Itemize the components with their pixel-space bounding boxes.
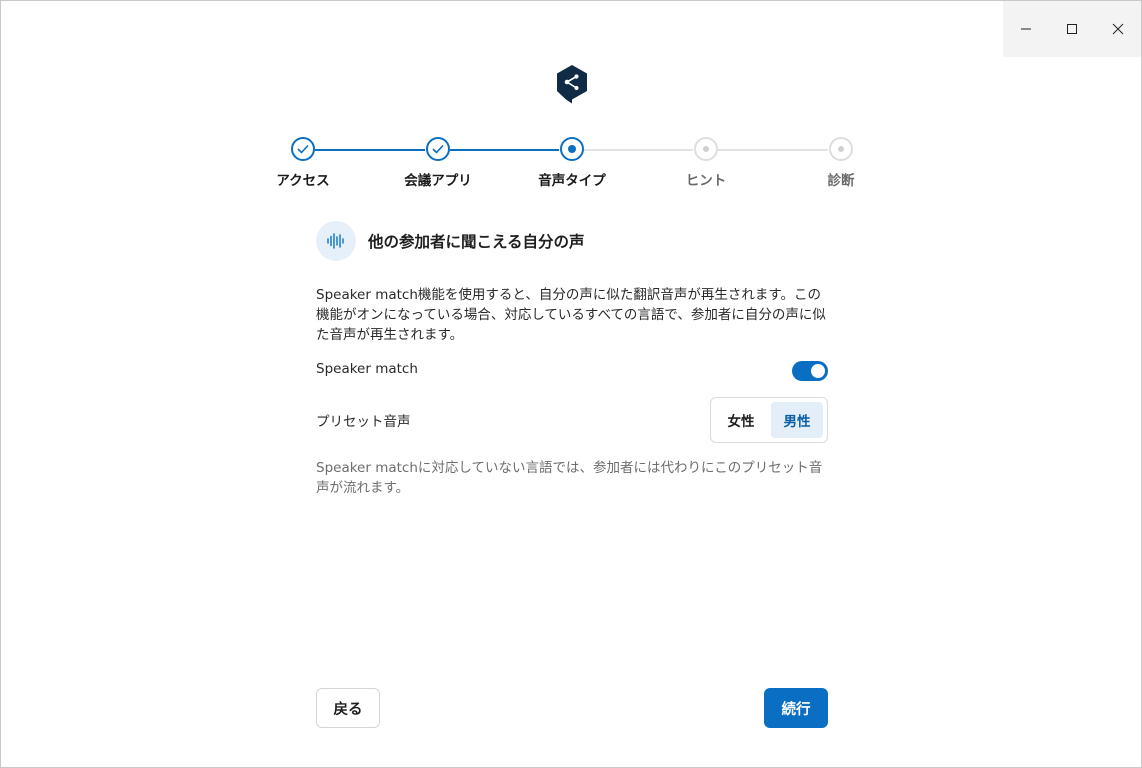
step-label: 音声タイプ bbox=[538, 173, 606, 189]
continue-button[interactable]: 続行 bbox=[764, 688, 828, 728]
preset-voice-note: Speaker matchに対応していない言語では、参加者には代わりにこのプリセ… bbox=[316, 460, 823, 496]
app-window: アクセス 会議アプリ 音声タイプ ヒント 診断 他の参加者に聞こえる自分の声 S… bbox=[0, 0, 1142, 768]
active-dot-icon bbox=[568, 145, 576, 153]
section-title: 他の参加者に聞こえる自分の声 bbox=[368, 233, 585, 251]
setup-stepper: アクセス 会議アプリ 音声タイプ ヒント 診断 bbox=[1, 1, 1142, 201]
soundwave-icon bbox=[316, 221, 356, 261]
checkmark-icon bbox=[297, 144, 309, 154]
step-3-indicator bbox=[560, 137, 584, 161]
step-connector bbox=[315, 149, 425, 151]
section-description: Speaker match機能を使用すると、自分の声に似た翻訳音声が再生されます… bbox=[316, 287, 826, 343]
step-1-indicator bbox=[291, 137, 315, 161]
checkmark-icon bbox=[432, 144, 444, 154]
step-5-indicator bbox=[829, 137, 853, 161]
step-label: 会議アプリ bbox=[404, 173, 472, 189]
step-label: ヒント bbox=[685, 173, 727, 189]
speaker-match-label: Speaker match bbox=[316, 361, 418, 377]
pending-dot-icon bbox=[703, 146, 709, 152]
speaker-match-toggle[interactable] bbox=[792, 361, 828, 381]
step-label: アクセス bbox=[276, 173, 330, 189]
preset-voice-selector: 女性 男性 bbox=[710, 397, 828, 443]
toggle-knob bbox=[811, 364, 825, 378]
step-connector bbox=[450, 149, 559, 151]
female-voice-option[interactable]: 女性 bbox=[715, 402, 767, 438]
step-4-indicator bbox=[694, 137, 718, 161]
pending-dot-icon bbox=[838, 146, 844, 152]
step-connector bbox=[718, 149, 828, 151]
step-label: 診断 bbox=[827, 173, 855, 189]
male-voice-option[interactable]: 男性 bbox=[771, 402, 823, 438]
step-2-indicator bbox=[426, 137, 450, 161]
step-connector bbox=[584, 149, 693, 151]
preset-voice-label: プリセット音声 bbox=[316, 414, 411, 430]
back-button[interactable]: 戻る bbox=[316, 688, 380, 728]
